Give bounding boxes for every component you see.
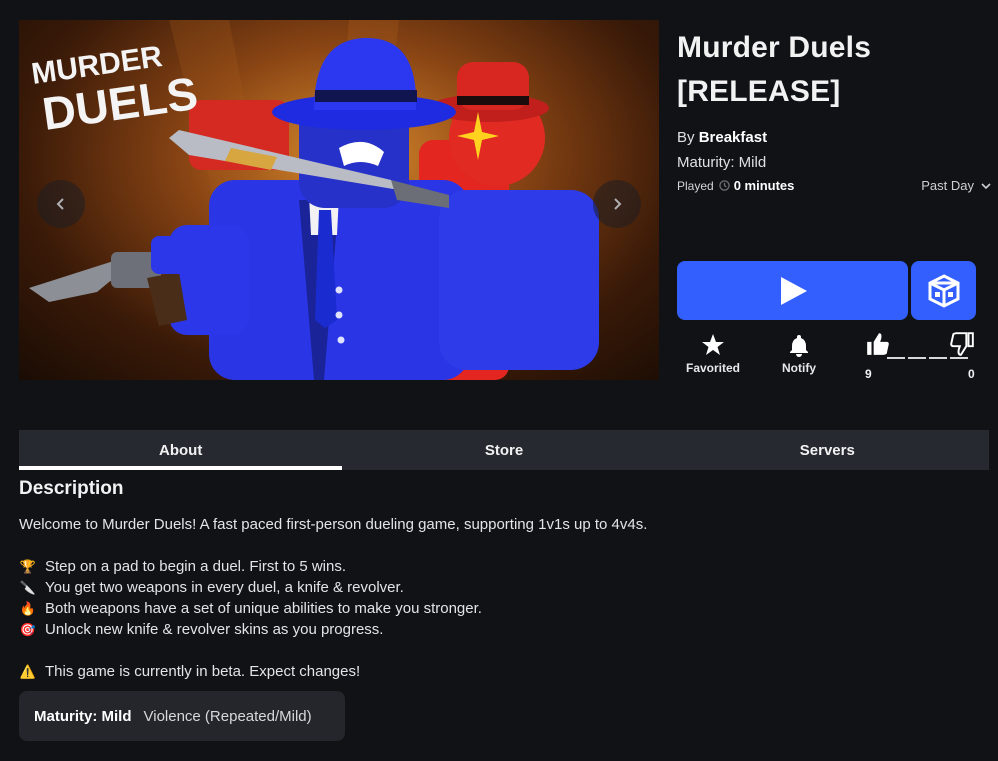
vote-ratio-bar [887, 357, 968, 359]
notify-label: Notify [782, 361, 816, 375]
game-title: Murder Duels [RELEASE] [677, 26, 992, 114]
list-item: 🏆 Step on a pad to begin a duel. First to… [19, 558, 347, 575]
title-line-2: [RELEASE] [677, 75, 841, 108]
tab-store[interactable]: Store [342, 430, 665, 470]
star-icon [702, 334, 724, 355]
thumbs-down-icon[interactable] [949, 331, 975, 357]
game-info: Murder Duels [RELEASE] By Breakfast Matu… [677, 26, 992, 193]
warning-icon: ⚠️ [19, 664, 37, 679]
chevron-left-icon [56, 198, 64, 210]
carousel-prev-button[interactable] [37, 180, 85, 228]
thumbnail-art: MURDER DUELS [29, 20, 599, 380]
by-prefix: By [677, 129, 695, 146]
bell-icon [790, 335, 808, 357]
list-item: 🔥 Both weapons have a set of unique abili… [19, 600, 482, 617]
list-item: 🔪 You get two weapons in every duel, a kn… [19, 579, 404, 596]
maturity-box: Maturity: Mild Violence (Repeated/Mild) [19, 691, 345, 741]
upvote-count: 9 [865, 367, 872, 381]
play-icon [780, 276, 807, 305]
description-intro: Welcome to Murder Duels! A fast paced fi… [19, 516, 648, 533]
tab-about[interactable]: About [19, 430, 343, 470]
target-icon: 🎯 [19, 622, 37, 637]
maturity-label: Maturity: Mild [677, 154, 767, 171]
period-dropdown[interactable]: Past Day [921, 178, 992, 193]
thumbs-up-icon[interactable] [865, 331, 891, 357]
title-line-1: Murder Duels [677, 31, 872, 64]
creator-line: By Breakfast [677, 129, 992, 146]
carousel-next-button[interactable] [593, 180, 641, 228]
description-body: Welcome to Murder Duels! A fast paced fi… [19, 514, 979, 682]
clock-icon [718, 180, 730, 191]
avatar-play-button[interactable] [911, 261, 976, 320]
vote-widget: 9 0 [865, 331, 977, 381]
list-item: 🎯 Unlock new knife & revolver skins as yo… [19, 621, 384, 638]
play-button[interactable] [677, 261, 908, 320]
chevron-down-icon [981, 182, 991, 189]
downvote-count: 0 [968, 367, 975, 381]
tab-servers[interactable]: Servers [666, 430, 989, 470]
notify-button[interactable]: Notify [782, 333, 816, 375]
description-heading: Description [19, 478, 124, 499]
warning-line: ⚠️ This game is currently in beta. Expect… [19, 663, 361, 680]
favorite-label: Favorited [686, 361, 741, 375]
tab-bar: About Store Servers [19, 430, 989, 470]
played-label: Played [677, 178, 714, 193]
trophy-icon: 🏆 [19, 559, 37, 574]
maturity-box-value: Violence (Repeated/Mild) [143, 707, 312, 725]
creator-link[interactable]: Breakfast [699, 129, 767, 146]
game-thumbnail: MURDER DUELS [19, 20, 659, 380]
period-label: Past Day [921, 178, 974, 193]
playtime-row: Played 0 minutes Past Day [677, 178, 992, 193]
played-value: 0 minutes [733, 178, 795, 193]
knife-icon: 🔪 [19, 580, 37, 595]
chevron-right-icon [614, 198, 622, 210]
cube-icon [928, 273, 959, 308]
maturity-box-label: Maturity: Mild [34, 707, 132, 725]
favorite-button[interactable]: Favorited [686, 333, 740, 375]
fire-icon: 🔥 [19, 601, 37, 616]
